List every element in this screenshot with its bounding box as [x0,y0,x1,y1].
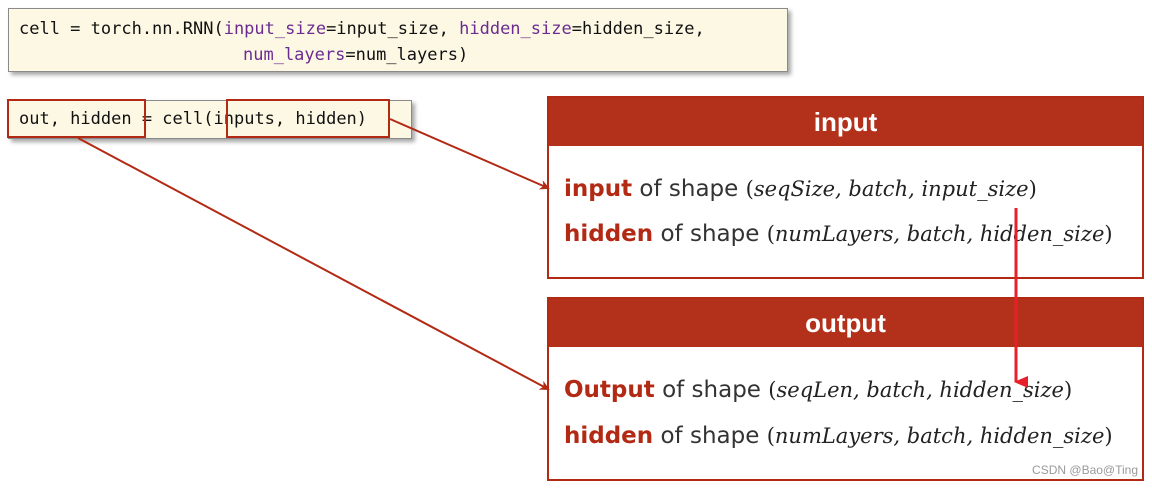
inputs-to-input-arrow [389,118,550,190]
outputs-to-output-arrow [77,137,550,390]
connector-arrows [77,118,1028,390]
watermark: CSDN @Bao@Ting [1032,463,1138,477]
